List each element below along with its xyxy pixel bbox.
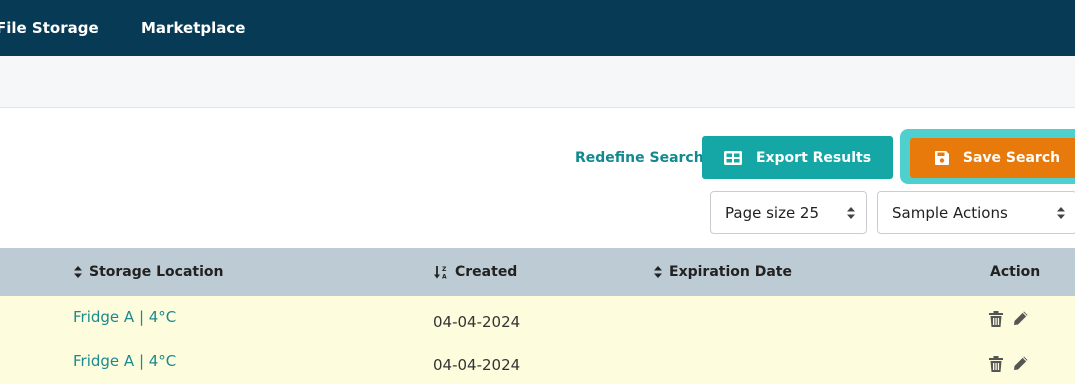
export-results-button[interactable]: Export Results — [702, 136, 893, 179]
pencil-icon[interactable] — [1013, 355, 1029, 371]
column-label: Expiration Date — [669, 264, 792, 280]
table-row: Fridge A | 4°C 04-04-2024 — [0, 296, 1075, 340]
table-icon — [723, 150, 742, 165]
top-navigation-bar: File Storage Marketplace — [0, 0, 1075, 56]
table-row: Fridge A | 4°C 04-04-2024 — [0, 340, 1075, 384]
export-results-label: Export Results — [755, 149, 872, 166]
sort-icon — [74, 266, 82, 278]
table-header: Storage Location Z A Created Expiration … — [0, 248, 1075, 296]
sample-actions-select[interactable]: Sample Actions — [877, 191, 1075, 234]
created-date: 04-04-2024 — [433, 313, 521, 331]
column-header-expiration-date[interactable]: Expiration Date — [653, 264, 792, 280]
nav-marketplace[interactable]: Marketplace — [141, 19, 245, 37]
column-label: Created — [455, 264, 518, 280]
sort-alpha-down-icon: Z A — [434, 265, 447, 280]
storage-location-link[interactable]: Fridge A | 4°C — [73, 352, 176, 370]
secondary-bar — [0, 56, 1075, 108]
save-search-label: Save Search — [962, 150, 1061, 166]
page-size-select[interactable]: Page size 25 — [710, 191, 867, 234]
save-icon — [934, 151, 949, 165]
nav-file-storage[interactable]: File Storage — [0, 19, 99, 37]
column-header-storage-location[interactable]: Storage Location — [73, 264, 224, 280]
svg-text:Z: Z — [442, 266, 447, 273]
redefine-search-link[interactable]: Redefine Search — [575, 150, 704, 166]
created-date: 04-04-2024 — [433, 356, 521, 374]
sort-icon — [654, 266, 662, 278]
column-header-created[interactable]: Z A Created — [433, 264, 517, 280]
column-label: Action — [990, 264, 1041, 280]
trash-icon[interactable] — [989, 311, 1003, 327]
select-caret-icon — [847, 207, 855, 219]
save-search-button[interactable]: Save Search — [910, 138, 1075, 178]
pencil-icon[interactable] — [1013, 310, 1029, 326]
page-size-value: Page size 25 — [725, 203, 820, 222]
sample-actions-value: Sample Actions — [892, 203, 1008, 222]
column-header-action: Action — [990, 264, 1040, 280]
trash-icon[interactable] — [989, 356, 1003, 372]
storage-location-link[interactable]: Fridge A | 4°C — [73, 308, 176, 326]
column-label: Storage Location — [89, 264, 224, 280]
select-caret-icon — [1057, 207, 1065, 219]
svg-text:A: A — [442, 273, 447, 280]
